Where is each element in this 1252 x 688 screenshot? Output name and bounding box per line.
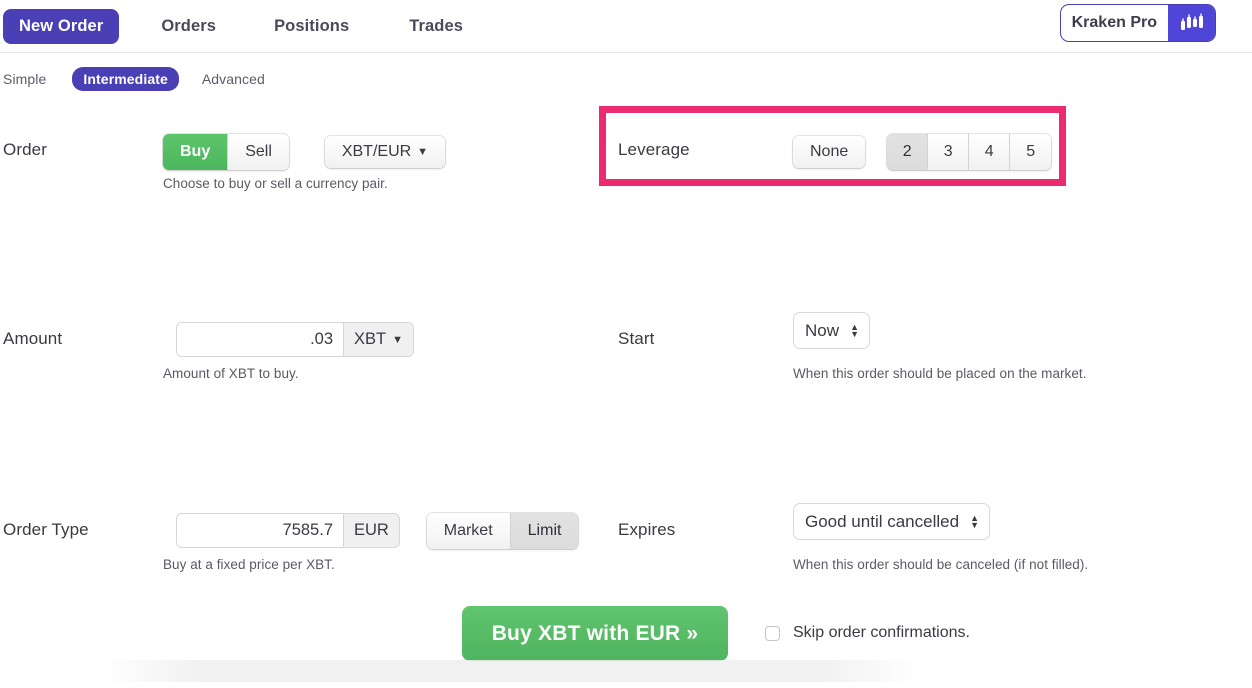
order-helper-text: Choose to buy or sell a currency pair. — [163, 176, 388, 191]
submit-order-button[interactable]: Buy XBT with EUR » — [462, 606, 728, 661]
row-order: Order Buy Sell XBT/EUR ▼ Choose to buy or… — [0, 104, 600, 199]
row-post-limit-order: Post limit order — [618, 484, 1252, 544]
kraken-pro-button[interactable]: Kraken Pro — [1060, 4, 1216, 42]
submit-row: Buy XBT with EUR » Skip order confirmati… — [0, 606, 1252, 668]
tab-positions[interactable]: Positions — [274, 17, 349, 36]
leverage-4-button[interactable]: 4 — [969, 134, 1010, 170]
market-button[interactable]: Market — [427, 513, 511, 549]
currency-pair-dropdown[interactable]: XBT/EUR ▼ — [325, 136, 445, 168]
row-total: Total EUR Estimated amount of EUR to spe… — [0, 389, 600, 484]
bottom-panel-edge — [100, 660, 920, 682]
skip-confirmations-group: Skip order confirmations. — [765, 624, 970, 642]
currency-pair-label: XBT/EUR — [342, 143, 411, 160]
price-input[interactable] — [177, 514, 343, 547]
expires-helper-text: When this order should be canceled (if n… — [793, 557, 1088, 572]
form-right-column: Leverage None 2 3 4 5 Start N — [618, 104, 1252, 544]
subtab-simple[interactable]: Simple — [3, 71, 46, 87]
tab-new-order[interactable]: New Order — [3, 9, 119, 43]
leverage-label: Leverage — [618, 140, 690, 160]
order-controls: Buy Sell XBT/EUR ▼ — [163, 134, 445, 170]
row-amount: Amount XBT▼ Amount of XBT to buy. — [0, 199, 600, 294]
order-type-helper-text: Buy at a fixed price per XBT. — [163, 557, 335, 572]
price-input-group: EUR — [176, 513, 400, 548]
leverage-5-button[interactable]: 5 — [1010, 134, 1051, 170]
leverage-controls: None 2 3 4 5 — [793, 134, 1051, 170]
skip-confirmations-label: Skip order confirmations. — [793, 624, 970, 642]
new-order-page: New Order Orders Positions Trades Kraken… — [0, 0, 1252, 688]
skip-confirmations-checkbox[interactable] — [765, 626, 780, 641]
subtab-advanced[interactable]: Advanced — [202, 71, 265, 87]
row-fee-currency: Fee Currency XBT EUR Preferred currency … — [618, 389, 1252, 484]
leverage-2-button[interactable]: 2 — [887, 134, 928, 170]
mode-subtabs: Simple Intermediate Advanced — [3, 67, 265, 91]
buy-sell-toggle: Buy Sell — [163, 134, 289, 170]
limit-button[interactable]: Limit — [511, 513, 579, 549]
market-limit-toggle: Market Limit — [427, 513, 579, 549]
buy-button[interactable]: Buy — [163, 134, 228, 170]
tab-trades[interactable]: Trades — [409, 17, 463, 36]
price-unit-label: EUR — [343, 514, 399, 547]
top-navigation-bar: New Order Orders Positions Trades Kraken… — [0, 0, 1252, 53]
row-expires: Expires Good until cancelled ▲▼ When thi… — [618, 294, 1252, 389]
leverage-level-group: 2 3 4 5 — [887, 134, 1051, 170]
row-leverage: Leverage None 2 3 4 5 — [618, 104, 1252, 199]
leverage-3-button[interactable]: 3 — [928, 134, 969, 170]
order-type-controls: EUR Market Limit — [176, 513, 578, 549]
chevron-down-icon: ▼ — [417, 146, 428, 158]
sell-button[interactable]: Sell — [228, 134, 289, 170]
top-nav-items: New Order Orders Positions Trades — [0, 0, 463, 53]
row-order-type: Order Type EUR Market Limit Buy at a fix… — [0, 294, 600, 389]
tab-orders[interactable]: Orders — [161, 17, 216, 36]
row-start: Start Now ▲▼ When this order should be p… — [618, 199, 1252, 294]
candlestick-chart-icon — [1168, 5, 1215, 41]
kraken-pro-label: Kraken Pro — [1061, 5, 1168, 41]
subtab-intermediate[interactable]: Intermediate — [72, 67, 178, 91]
form-left-column: Order Buy Sell XBT/EUR ▼ Choose to buy or… — [0, 104, 600, 484]
leverage-none-button[interactable]: None — [793, 136, 865, 168]
order-label: Order — [3, 140, 47, 160]
order-type-label: Order Type — [3, 520, 89, 540]
